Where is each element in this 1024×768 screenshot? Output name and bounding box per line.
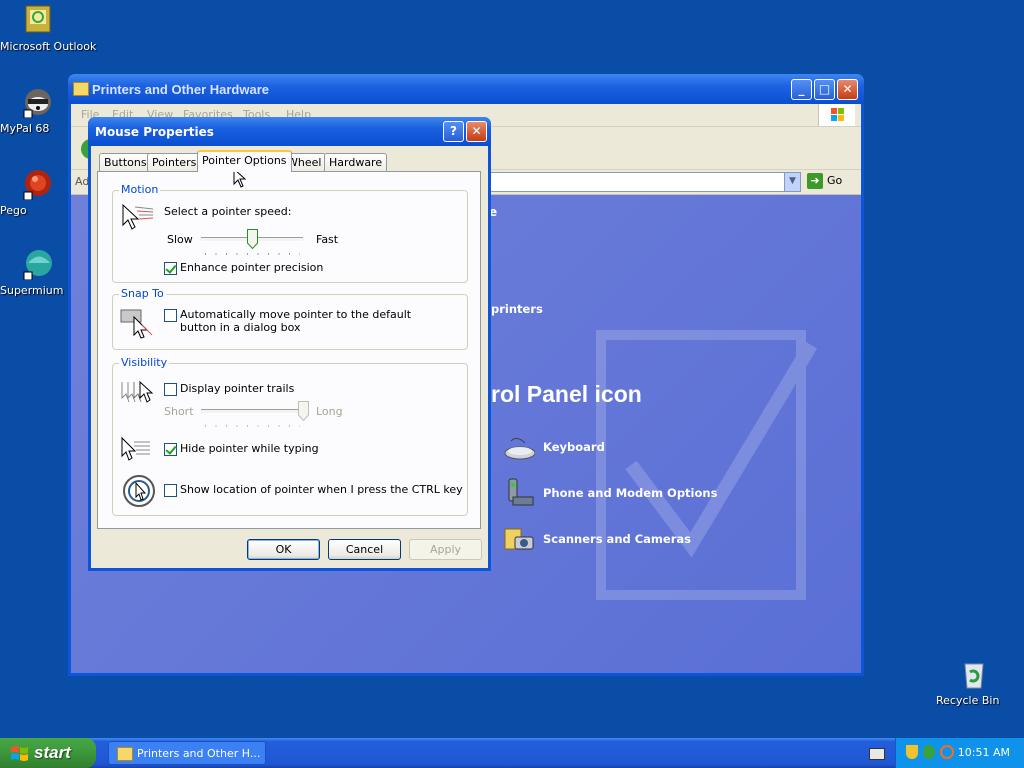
snap-to-label: Automatically move pointer to the defaul… xyxy=(180,308,412,334)
group-title: Motion xyxy=(119,183,161,196)
fast-label: Fast xyxy=(316,233,339,246)
tab-pointers[interactable]: Pointers xyxy=(147,153,202,171)
group-title: Snap To xyxy=(119,287,166,300)
mypal-raccoon-icon xyxy=(22,86,54,119)
phone-modem-icon xyxy=(508,478,534,506)
go-button[interactable]: ➜ Go xyxy=(805,172,853,190)
start-button[interactable]: start xyxy=(0,738,96,768)
desktop-icon-outlook[interactable]: Microsoft Outlook xyxy=(0,4,96,53)
long-label: Long xyxy=(316,405,343,418)
system-tray: 10:51 AM xyxy=(895,738,1024,768)
outlook-icon xyxy=(22,4,54,36)
show-location-checkbox[interactable] xyxy=(164,484,177,497)
pego-icon xyxy=(22,168,54,201)
dialog-close-button[interactable]: ✕ xyxy=(466,121,487,142)
explorer-title: Printers and Other Hardware xyxy=(92,82,269,97)
show-location-label: Show location of pointer when I press th… xyxy=(180,483,463,496)
enhance-precision-checkbox[interactable] xyxy=(164,262,177,275)
speed-slider-thumb[interactable] xyxy=(246,229,258,249)
explorer-titlebar[interactable]: Printers and Other Hardware _ □ ✕ xyxy=(68,74,864,104)
trail-length-slider-track xyxy=(201,409,303,414)
go-arrow-icon: ➜ xyxy=(807,173,823,189)
partial-link-printers[interactable]: printers xyxy=(491,302,543,316)
hide-pointer-label: Hide pointer while typing xyxy=(180,442,319,455)
start-label: start xyxy=(34,743,71,762)
supermium-icon xyxy=(22,248,54,281)
tab-buttons[interactable]: Buttons xyxy=(99,153,152,171)
short-label: Short xyxy=(164,405,194,418)
help-button[interactable]: ? xyxy=(443,121,464,142)
recycle-bin-icon xyxy=(958,658,990,690)
pointer-trails-label: Display pointer trails xyxy=(180,382,295,395)
desktop-icon-pego[interactable]: Pego xyxy=(0,168,76,217)
enhance-precision-label: Enhance pointer precision xyxy=(180,261,324,274)
desktop-icon-label: Microsoft Outlook xyxy=(0,40,97,53)
cancel-button[interactable]: Cancel xyxy=(328,539,401,560)
slow-label: Slow xyxy=(167,233,193,246)
desktop-icon-label: Supermium xyxy=(0,284,64,297)
keyboard-layout-icon[interactable] xyxy=(869,748,885,760)
tab-hardware[interactable]: Hardware xyxy=(324,153,388,171)
desktop-icon-recycle-bin[interactable]: Recycle Bin xyxy=(936,658,1012,707)
windows-logo-icon xyxy=(818,104,855,126)
chevron-down-icon[interactable]: ▼ xyxy=(784,173,800,191)
security-shield-icon[interactable] xyxy=(906,745,918,759)
update-icon[interactable] xyxy=(923,745,935,759)
desktop-icon-supermium[interactable]: Supermium xyxy=(0,248,76,297)
snap-to-icon xyxy=(120,309,153,339)
close-button[interactable]: ✕ xyxy=(837,79,858,100)
tab-pointer-options[interactable]: Pointer Options xyxy=(197,150,292,172)
snap-to-checkbox[interactable] xyxy=(164,309,177,322)
trail-length-slider-thumb xyxy=(297,401,309,421)
search-icon[interactable] xyxy=(940,745,954,759)
keyboard-icon xyxy=(504,437,535,460)
folder-icon xyxy=(73,82,89,96)
hide-pointer-icon xyxy=(121,436,150,461)
windows-flag-icon xyxy=(11,746,28,761)
watermark-check-icon xyxy=(596,330,818,600)
dialog-titlebar[interactable]: Mouse Properties ? ✕ xyxy=(88,117,491,146)
maximize-button[interactable]: □ xyxy=(814,79,835,100)
desktop-icon-label: Recycle Bin xyxy=(936,694,1000,707)
folder-icon xyxy=(117,747,133,761)
taskbar-item-explorer[interactable]: Printers and Other H... xyxy=(108,741,266,765)
clock: 10:51 AM xyxy=(957,746,1010,759)
desktop-icon-label: MyPal 68 xyxy=(0,122,50,135)
dialog-title: Mouse Properties xyxy=(95,125,214,139)
mouse-properties-dialog: Mouse Properties ? ✕ Buttons Pointers Po… xyxy=(88,117,491,571)
desktop-icon-mypal[interactable]: MyPal 68 xyxy=(0,86,76,135)
taskbar: start Printers and Other H... 10:51 AM xyxy=(0,738,1024,768)
pointer-options-panel: Motion Select a pointer speed: Slow Fast… xyxy=(97,171,481,529)
pointer-location-icon xyxy=(123,475,155,507)
motion-group: Motion Select a pointer speed: Slow Fast… xyxy=(112,183,468,283)
pointer-trails-checkbox[interactable] xyxy=(164,383,177,396)
group-title: Visibility xyxy=(119,356,170,369)
control-panel-heading: rol Panel icon xyxy=(491,381,642,407)
snap-to-group: Snap To Automatically move pointer to th… xyxy=(112,287,468,350)
dialog-body: Buttons Pointers Pointer Options Wheel H… xyxy=(91,146,488,568)
speed-slider-ticks xyxy=(205,253,300,255)
hide-pointer-checkbox[interactable] xyxy=(164,443,177,456)
pointer-speed-icon xyxy=(122,203,154,230)
ok-button[interactable]: OK xyxy=(247,539,320,560)
visibility-group: Visibility Display pointer trails Short … xyxy=(112,356,468,516)
speed-prompt: Select a pointer speed: xyxy=(164,205,292,218)
trail-slider-ticks xyxy=(205,425,300,427)
pointer-trails-icon xyxy=(121,380,154,403)
minimize-button[interactable]: _ xyxy=(791,79,812,100)
desktop-icon-label: Pego xyxy=(0,204,27,217)
scanner-camera-icon xyxy=(504,528,534,550)
apply-button[interactable]: Apply xyxy=(409,539,482,560)
